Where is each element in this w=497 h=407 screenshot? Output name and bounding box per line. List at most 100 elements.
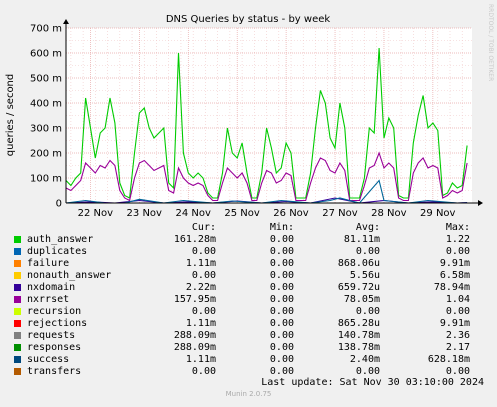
y-tick-label: 100 m bbox=[30, 174, 62, 185]
legend-swatch bbox=[14, 296, 21, 303]
chart: 0 100 m 200 m 300 m 400 m 500 m 600 m 700 m 22 N… bbox=[5, 14, 483, 219]
legend-cur: 161.28m bbox=[173, 234, 216, 245]
legend-row-requests: requests 288.09m 0.00 140.78m 2.36 bbox=[14, 330, 470, 342]
y-tick-label: 0 bbox=[56, 199, 62, 210]
legend-cur: 0.00 bbox=[191, 306, 216, 317]
legend-row-success: success 1.11m 0.00 2.40m 628.18m bbox=[14, 354, 470, 366]
legend-max: 2.17 bbox=[445, 342, 470, 353]
legend-name: recursion bbox=[27, 306, 82, 317]
legend-name: responses bbox=[27, 342, 82, 353]
legend-row-duplicates: duplicates 0.00 0.00 0.00 0.00 bbox=[14, 246, 470, 258]
legend-max: 628.18m bbox=[427, 354, 470, 365]
legend-avg: 0.00 bbox=[355, 306, 380, 317]
legend-name: nxrrset bbox=[27, 294, 70, 305]
legend-cur: 0.00 bbox=[191, 246, 216, 257]
legend-row-nxrrset: nxrrset 157.95m 0.00 78.05m 1.04 bbox=[14, 294, 470, 306]
chart-title: DNS Queries by status - by week bbox=[166, 14, 331, 25]
legend-swatch bbox=[14, 368, 21, 375]
x-tick-label: 22 Nov bbox=[78, 208, 114, 219]
x-tick-label: 25 Nov bbox=[224, 208, 260, 219]
rrdtool-credit: RRDTOOL / TOBI OETIKER bbox=[487, 4, 494, 82]
legend-name: duplicates bbox=[27, 246, 88, 257]
y-tick-label: 400 m bbox=[30, 99, 62, 110]
y-tick-label: 700 m bbox=[30, 24, 62, 35]
header-max: Max: bbox=[445, 222, 470, 233]
x-axis-arrow bbox=[478, 200, 483, 206]
legend-swatch bbox=[14, 308, 21, 315]
legend-name: failure bbox=[27, 258, 70, 269]
munin-version: Munin 2.0.75 bbox=[225, 390, 272, 398]
legend-min: 0.00 bbox=[269, 342, 294, 353]
y-tick-label: 500 m bbox=[30, 74, 62, 85]
legend-row-failure: failure 1.11m 0.00 868.06u 9.91m bbox=[14, 258, 470, 270]
legend-name: rejections bbox=[27, 318, 88, 329]
legend-max: 2.36 bbox=[445, 330, 470, 341]
legend-swatch bbox=[14, 320, 21, 327]
legend-min: 0.00 bbox=[269, 306, 294, 317]
legend-name: nonauth_answer bbox=[27, 270, 112, 281]
legend-cur: 288.09m bbox=[173, 342, 216, 353]
legend-rows: auth_answer 161.28m 0.00 81.11m 1.22 duplicat… bbox=[14, 234, 470, 378]
legend: Cur: Min: Avg: Max: auth_answer 161.28m 0.… bbox=[14, 222, 470, 378]
header-cur: Cur: bbox=[191, 222, 216, 233]
legend-name: nxdomain bbox=[27, 282, 76, 293]
legend-swatch bbox=[14, 356, 21, 363]
legend-cur: 2.22m bbox=[185, 282, 216, 293]
y-axis-label: queries / second bbox=[5, 74, 16, 156]
legend-avg: 0.00 bbox=[355, 246, 380, 257]
legend-avg: 140.78m bbox=[337, 330, 380, 341]
legend-avg: 78.05m bbox=[343, 294, 380, 305]
legend-swatch bbox=[14, 260, 21, 267]
legend-max: 9.91m bbox=[439, 258, 470, 269]
legend-cur: 157.95m bbox=[173, 294, 216, 305]
legend-row-responses: responses 288.09m 0.00 138.78m 2.17 bbox=[14, 342, 470, 354]
legend-swatch bbox=[14, 284, 21, 291]
x-tick-label: 23 Nov bbox=[127, 208, 163, 219]
legend-max: 9.91m bbox=[439, 318, 470, 329]
legend-max: 0.00 bbox=[445, 246, 470, 257]
legend-cur: 0.00 bbox=[191, 270, 216, 281]
legend-min: 0.00 bbox=[269, 318, 294, 329]
legend-min: 0.00 bbox=[269, 270, 294, 281]
legend-name: success bbox=[27, 354, 70, 365]
legend-avg: 868.06u bbox=[337, 258, 380, 269]
legend-min: 0.00 bbox=[269, 282, 294, 293]
legend-row-nonauth_answer: nonauth_answer 0.00 0.00 5.56u 6.58m bbox=[14, 270, 470, 282]
legend-avg: 659.72u bbox=[337, 282, 380, 293]
legend-avg: 865.28u bbox=[337, 318, 380, 329]
legend-cur: 1.11m bbox=[185, 258, 216, 269]
legend-cur: 1.11m bbox=[185, 318, 216, 329]
legend-avg: 2.40m bbox=[349, 354, 380, 365]
x-tick-label: 27 Nov bbox=[322, 208, 358, 219]
x-tick-label: 26 Nov bbox=[273, 208, 309, 219]
legend-avg: 5.56u bbox=[349, 270, 380, 281]
legend-swatch bbox=[14, 236, 21, 243]
legend-min: 0.00 bbox=[269, 330, 294, 341]
legend-min: 0.00 bbox=[269, 258, 294, 269]
y-tick-label: 300 m bbox=[30, 124, 62, 135]
legend-max: 6.58m bbox=[439, 270, 470, 281]
legend-min: 0.00 bbox=[269, 294, 294, 305]
header-min: Min: bbox=[269, 222, 294, 233]
legend-row-nxdomain: nxdomain 2.22m 0.00 659.72u 78.94m bbox=[14, 282, 470, 294]
legend-name: auth_answer bbox=[27, 234, 94, 245]
legend-swatch bbox=[14, 272, 21, 279]
y-tick-label: 200 m bbox=[30, 149, 62, 160]
legend-max: 0.00 bbox=[445, 306, 470, 317]
x-tick-label: 29 Nov bbox=[420, 208, 456, 219]
y-tick-label: 600 m bbox=[30, 49, 62, 60]
legend-avg: 81.11m bbox=[343, 234, 380, 245]
legend-max: 1.04 bbox=[445, 294, 470, 305]
legend-avg: 138.78m bbox=[337, 342, 380, 353]
legend-cur: 288.09m bbox=[173, 330, 216, 341]
y-axis-arrow bbox=[63, 19, 69, 24]
legend-max: 78.94m bbox=[433, 282, 470, 293]
legend-swatch bbox=[14, 344, 21, 351]
legend-header: Cur: Min: Avg: Max: bbox=[14, 222, 470, 234]
legend-row-recursion: recursion 0.00 0.00 0.00 0.00 bbox=[14, 306, 470, 318]
last-update: Last update: Sat Nov 30 03:10:00 2024 bbox=[261, 377, 484, 388]
header-avg: Avg: bbox=[355, 222, 380, 233]
legend-min: 0.00 bbox=[269, 246, 294, 257]
x-tick-label: 24 Nov bbox=[175, 208, 211, 219]
x-tick-label: 28 Nov bbox=[371, 208, 407, 219]
